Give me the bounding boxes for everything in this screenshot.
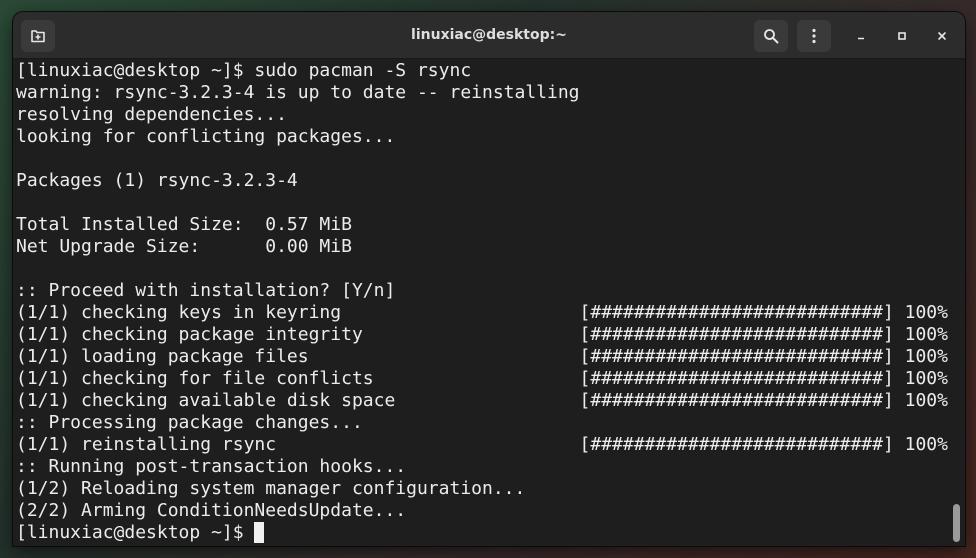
terminal-line: (1/1) loading package files [###########… — [16, 346, 948, 367]
scrollbar-thumb[interactable] — [953, 504, 960, 542]
terminal-line: (1/1) checking package integrity [######… — [16, 324, 948, 345]
close-button[interactable] — [931, 25, 953, 47]
search-button[interactable] — [754, 20, 788, 52]
terminal-line: :: Proceed with installation? [Y/n] — [16, 280, 396, 301]
terminal-line: (1/1) checking available disk space [###… — [16, 390, 948, 411]
terminal-line: (1/1) checking for file conflicts [#####… — [16, 368, 948, 389]
terminal-line: (1/1) checking keys in keyring [########… — [16, 302, 948, 323]
menu-button[interactable] — [797, 20, 831, 52]
prompt-line[interactable]: [linuxiac@desktop ~]$ — [16, 522, 948, 544]
terminal-line: resolving dependencies... — [16, 104, 287, 125]
minimize-icon — [858, 37, 864, 40]
terminal-line: warning: rsync-3.2.3-4 is up to date -- … — [16, 82, 580, 103]
terminal-view[interactable]: [linuxiac@desktop ~]$ sudo pacman -S rsy… — [13, 59, 965, 546]
terminal-line: (1/1) reinstalling rsync [##############… — [16, 434, 948, 455]
maximize-button[interactable] — [891, 25, 913, 47]
terminal-line: Net Upgrade Size: 0.00 MiB — [16, 236, 352, 257]
shell-prompt: [linuxiac@desktop ~]$ — [16, 522, 255, 543]
header-bar: linuxiac@desktop:~ — [13, 12, 965, 59]
terminal-line: (2/2) Arming ConditionNeedsUpdate... — [16, 500, 407, 521]
text-cursor — [254, 522, 265, 543]
terminal-line: [linuxiac@desktop ~]$ sudo pacman -S rsy… — [16, 60, 472, 81]
terminal-line: Packages (1) rsync-3.2.3-4 — [16, 170, 298, 191]
terminal-line: :: Processing package changes... — [16, 412, 363, 433]
terminal-line: looking for conflicting packages... — [16, 126, 396, 147]
close-icon — [938, 32, 946, 40]
terminal-line: (1/2) Reloading system manager configura… — [16, 478, 526, 499]
maximize-icon — [898, 32, 906, 40]
terminal-window: linuxiac@desktop:~ [linuxiac@desktop ~]$… — [13, 12, 965, 546]
terminal-line: :: Running post-transaction hooks... — [16, 456, 407, 477]
terminal-line: Total Installed Size: 0.57 MiB — [16, 214, 352, 235]
minimize-button[interactable] — [850, 25, 872, 47]
search-icon — [764, 29, 779, 44]
terminal-output: [linuxiac@desktop ~]$ sudo pacman -S rsy… — [16, 60, 948, 544]
kebab-menu-icon — [812, 28, 816, 44]
